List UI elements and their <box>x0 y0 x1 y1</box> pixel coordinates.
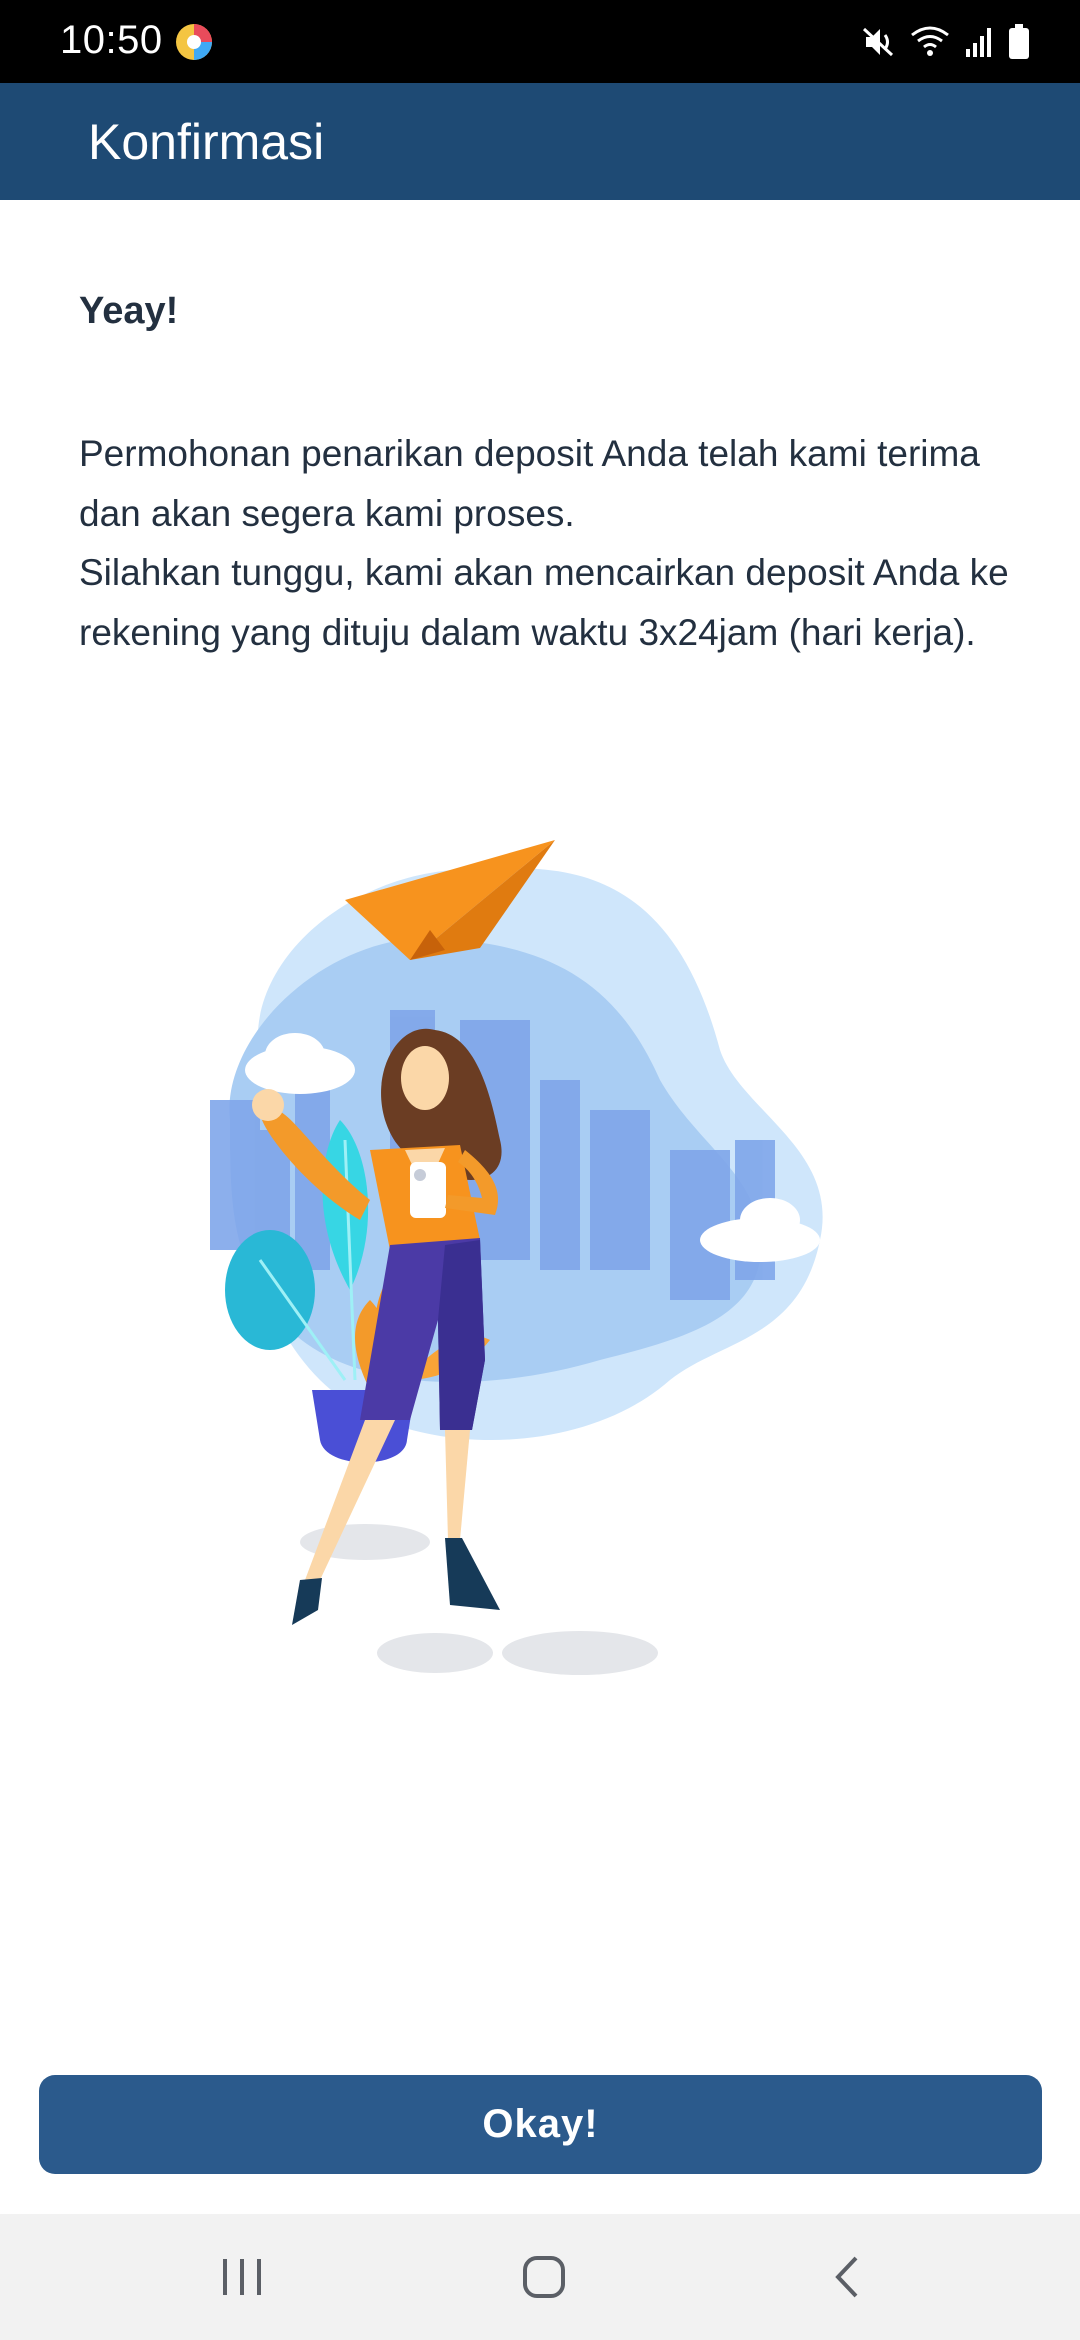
app-notification-icon <box>174 22 214 62</box>
status-icons <box>860 22 1030 62</box>
app-bar: Konfirmasi <box>0 83 1080 200</box>
confirmation-message: Permohonan penarikan deposit Anda telah … <box>79 424 1009 662</box>
message-line: Permohonan penarikan deposit Anda telah … <box>79 433 980 534</box>
mute-icon <box>860 25 896 59</box>
system-nav-bar <box>0 2214 1080 2340</box>
battery-icon <box>1008 24 1030 60</box>
message-line: Silahkan tunggu, kami akan mencairkan de… <box>79 552 1009 653</box>
recents-icon[interactable] <box>207 2244 277 2310</box>
status-bar: 10:50 <box>0 0 1080 83</box>
back-icon[interactable] <box>812 2244 882 2310</box>
home-icon[interactable] <box>509 2244 579 2310</box>
status-time: 10:50 <box>60 18 163 62</box>
confirmation-heading: Yeay! <box>79 290 179 332</box>
signal-icon <box>964 25 994 59</box>
page-title: Konfirmasi <box>88 114 325 170</box>
wifi-icon <box>910 25 950 59</box>
okay-button[interactable]: Okay! <box>39 2075 1042 2174</box>
woman-with-paper-plane-illustration <box>200 820 880 1690</box>
